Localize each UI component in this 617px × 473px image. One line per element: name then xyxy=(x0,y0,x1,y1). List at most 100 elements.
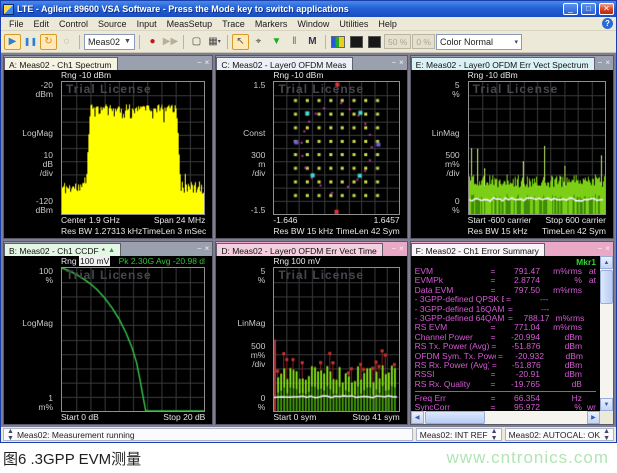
scroll-right-icon[interactable]: ▶ xyxy=(587,411,600,424)
measurement-select[interactable]: Meas02▼ xyxy=(84,34,135,50)
menu-control[interactable]: Control xyxy=(54,18,93,30)
status-bar: ▲▼ Meas02: Measurement running Meas02: I… xyxy=(1,427,616,442)
panel-minimize-icon[interactable]: − xyxy=(391,245,396,253)
toolbar-separator xyxy=(325,35,326,49)
percent-field-1: 50 % xyxy=(384,34,411,49)
spinner-icon[interactable]: ▲▼ xyxy=(7,428,14,442)
panel-close-icon[interactable]: × xyxy=(399,59,404,67)
record-icon[interactable]: ● xyxy=(144,34,161,50)
panel-minimize-icon[interactable]: − xyxy=(598,245,603,253)
panel-minimize-icon[interactable]: − xyxy=(391,59,396,67)
vertical-scrollbar[interactable]: ▲ ▼ xyxy=(600,256,613,411)
panel-close-icon[interactable]: × xyxy=(605,59,610,67)
scroll-up-icon[interactable]: ▲ xyxy=(600,256,613,269)
spectrum-plot-canvas[interactable] xyxy=(62,82,204,214)
status-autocal: Meas02: AUTOCAL: OK ▲▼ xyxy=(505,428,614,441)
panel-c-header: C: Meas02 - Layer0 OFDM Meas −× xyxy=(216,56,406,70)
vsa-window: LTE - Agilent 89600 VSA Software - Press… xyxy=(0,0,617,443)
err-vect-spectrum-canvas[interactable] xyxy=(469,82,605,214)
error-summary-table: Mkr1 EVM=791.47m%rmsatEVMPk=2.8774%atDat… xyxy=(411,256,600,411)
summary-divider xyxy=(415,391,596,392)
x-axis-line1: -1.6461.6457 xyxy=(273,215,399,226)
panel-e-tab[interactable]: E: Meas02 - Layer0 OFDM Err Vect Spectru… xyxy=(411,57,595,70)
scrollbar-thumb[interactable] xyxy=(425,411,485,424)
err-vect-spectrum-plot[interactable]: Trial License xyxy=(468,81,606,215)
x-axis-line1: Start -600 carrierStop 600 carrier xyxy=(468,215,606,226)
single-window-icon[interactable]: ▢ xyxy=(188,34,205,50)
menu-help[interactable]: Help xyxy=(373,18,402,30)
range-readout: Rng -10 dBm xyxy=(273,70,399,81)
minimize-button[interactable]: _ xyxy=(563,3,578,15)
panel-minimize-icon[interactable]: − xyxy=(197,59,202,67)
summary-row: - 3GPP-defined QPSK EVM=--- xyxy=(415,295,596,304)
menu-source[interactable]: Source xyxy=(93,18,132,30)
summary-row: EVM=791.47m%rmsat xyxy=(415,267,596,276)
pointer-icon[interactable]: ↖ xyxy=(232,34,249,50)
panel-a-tab[interactable]: A: Meas02 - Ch1 Spectrum xyxy=(4,57,118,70)
panel-close-icon[interactable]: × xyxy=(205,59,210,67)
marker-drop-icon[interactable]: ▼ xyxy=(268,34,285,50)
dark-display-icon-2[interactable] xyxy=(366,34,383,50)
spinner-icon[interactable]: ▲▼ xyxy=(603,428,610,442)
menu-input[interactable]: Input xyxy=(132,18,162,30)
panel-b-body: Rng 100 mV Pk 2.30G Avg -20.98 dBm 100% … xyxy=(4,256,212,424)
panel-e-body: Rng -10 dBm 5% LinMag 500m%/div 0% Trial… xyxy=(411,70,613,238)
screenshot-root: LTE - Agilent 89600 VSA Software - Press… xyxy=(0,0,617,473)
site-watermark: www.cntronics.com xyxy=(447,448,609,468)
panel-d-body: Rng 100 mV 5% LinMag 500m%/div 0% Trial … xyxy=(216,256,406,424)
menu-utilities[interactable]: Utilities xyxy=(334,18,373,30)
panel-close-icon[interactable]: × xyxy=(399,245,404,253)
panel-close-icon[interactable]: × xyxy=(605,245,610,253)
menu-file[interactable]: File xyxy=(4,18,29,30)
close-button[interactable]: ✕ xyxy=(599,3,614,15)
menu-window[interactable]: Window xyxy=(292,18,334,30)
spinner-icon[interactable]: ▲▼ xyxy=(491,428,498,442)
scrollbar-thumb[interactable] xyxy=(600,270,613,304)
dark-display-icon-1[interactable] xyxy=(348,34,365,50)
restart-icon[interactable]: ↻ xyxy=(40,34,57,50)
panel-b-tab[interactable]: B: Meas02 - Ch1 CCDF * ▲ xyxy=(4,243,121,256)
menu-meassetup[interactable]: MeasSetup xyxy=(162,18,218,30)
grid-layout-icon[interactable]: ▦▾ xyxy=(206,34,223,50)
color-mode-select[interactable]: Color Normal▾ xyxy=(436,34,522,50)
spectrum-plot[interactable]: Trial License xyxy=(61,81,205,215)
panel-c-tab[interactable]: C: Meas02 - Layer0 OFDM Meas xyxy=(216,57,352,70)
help-icon[interactable]: ? xyxy=(602,18,613,29)
panel-close-icon[interactable]: × xyxy=(205,245,210,253)
play-icon[interactable]: ▶ xyxy=(4,34,21,50)
marker-m-icon[interactable]: M xyxy=(304,34,321,50)
toolbar-separator xyxy=(183,35,184,49)
range-value-highlight: 100 mV xyxy=(79,256,110,266)
range-readout: Rng 100 mV xyxy=(273,256,399,267)
panel-d-tab[interactable]: D: Meas02 - Layer0 OFDM Err Vect Time xyxy=(216,243,382,256)
ccdf-plot[interactable]: Trial License xyxy=(61,267,205,412)
horizontal-scrollbar[interactable]: ◀ ▶ xyxy=(411,411,600,424)
panel-minimize-icon[interactable]: − xyxy=(598,59,603,67)
scroll-left-icon[interactable]: ◀ xyxy=(411,411,424,424)
chevron-down-icon: ▾ xyxy=(514,38,518,46)
playback-icon[interactable]: ▶▶ xyxy=(162,34,179,50)
err-vect-time-canvas[interactable] xyxy=(274,268,398,411)
panel-f-tab[interactable]: F: Meas02 - Ch1 Error Summary xyxy=(411,243,545,256)
window-title: LTE - Agilent 89600 VSA Software - Press… xyxy=(17,4,560,14)
pause-icon[interactable]: ❚❚ xyxy=(22,34,39,50)
err-vect-time-plot[interactable]: Trial License xyxy=(273,267,399,412)
range-readout: Rng 100 mV Pk 2.30G Avg -20.98 dBm xyxy=(61,256,205,267)
color-bars-icon[interactable] xyxy=(330,34,347,50)
panel-minimize-icon[interactable]: − xyxy=(197,245,202,253)
constellation-plot[interactable]: Trial License xyxy=(273,81,399,215)
scroll-down-icon[interactable]: ▼ xyxy=(600,398,613,411)
restore-button[interactable]: □ xyxy=(581,3,596,15)
summary-row: Freq Err=66.354Hz xyxy=(415,394,596,403)
lasso-icon[interactable]: ◌ xyxy=(58,34,75,50)
menu-edit[interactable]: Edit xyxy=(29,18,55,30)
panel-c-constellation: C: Meas02 - Layer0 OFDM Meas −× Rng -10 … xyxy=(215,55,407,239)
menu-trace[interactable]: Trace xyxy=(217,18,250,30)
peak-average-readout: Pk 2.30G Avg -20.98 dBm xyxy=(119,256,206,266)
marker-peak-icon[interactable]: ⌖ xyxy=(250,34,267,50)
marker-band-icon[interactable]: ‖ xyxy=(286,34,303,50)
ccdf-plot-canvas[interactable] xyxy=(62,268,204,411)
constellation-plot-canvas[interactable] xyxy=(274,82,398,214)
menu-markers[interactable]: Markers xyxy=(250,18,293,30)
panel-d-header: D: Meas02 - Layer0 OFDM Err Vect Time −× xyxy=(216,242,406,256)
